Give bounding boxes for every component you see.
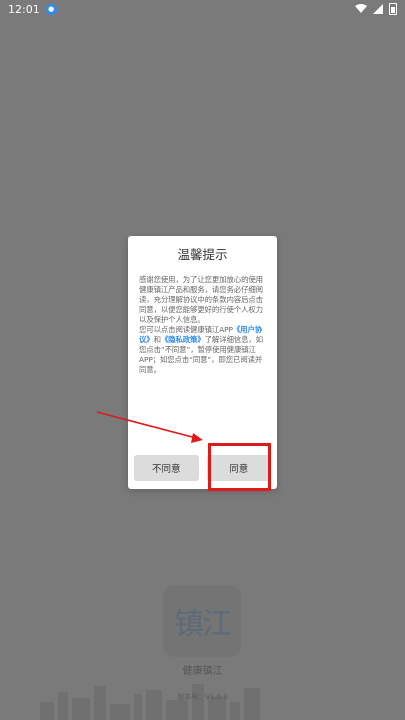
annotation-arrow	[96, 411, 203, 443]
annotation-highlight-box	[208, 443, 271, 491]
